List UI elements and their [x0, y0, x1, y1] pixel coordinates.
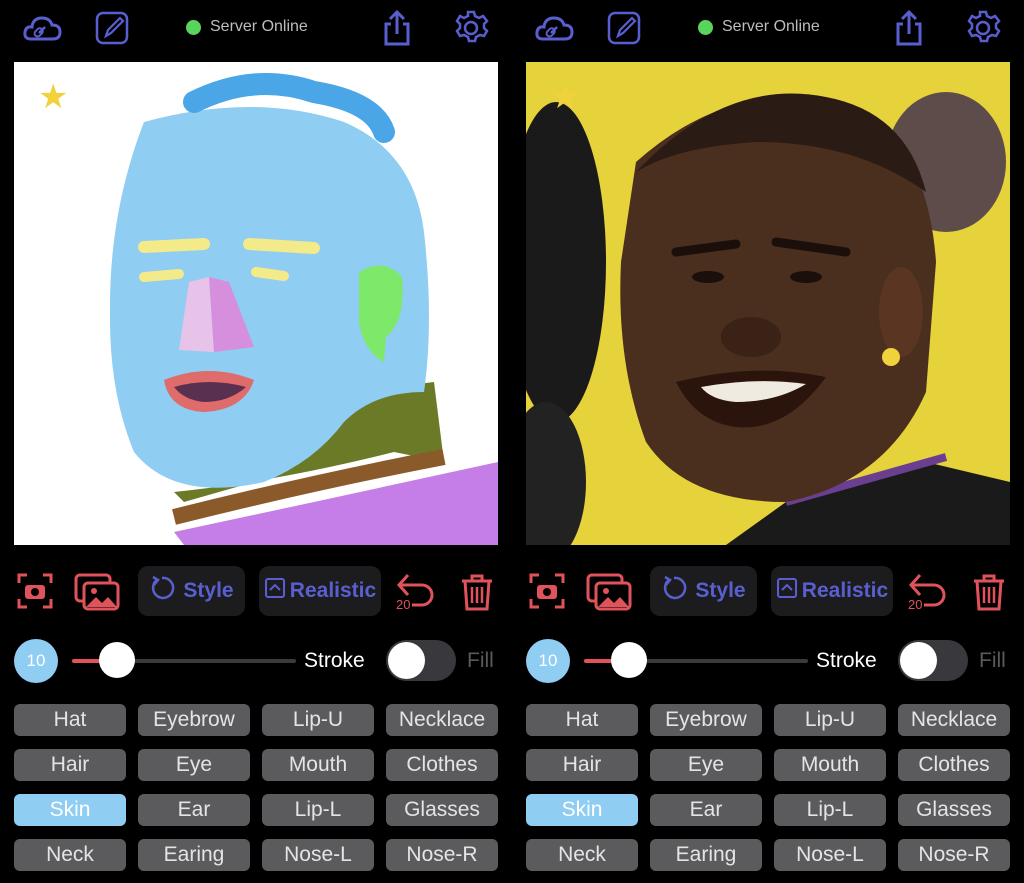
realistic-button[interactable]: Realistic — [771, 566, 893, 616]
part-button-earing[interactable]: Earing — [650, 839, 762, 871]
rotate-icon — [149, 575, 175, 607]
part-button-neck[interactable]: Neck — [526, 839, 638, 871]
part-button-mouth[interactable]: Mouth — [262, 749, 374, 781]
trash-icon[interactable] — [459, 572, 495, 622]
undo-button[interactable]: 20 — [394, 569, 440, 619]
top-bar: Server Online — [0, 0, 512, 56]
gear-icon[interactable] — [963, 8, 1003, 48]
part-button-neck[interactable]: Neck — [14, 839, 126, 871]
part-button-eyebrow[interactable]: Eyebrow — [138, 704, 250, 736]
part-selector-grid: Hat Eyebrow Lip-U Necklace Hair Eye Mouth Cloth… — [14, 704, 498, 871]
edit-brush-icon[interactable] — [604, 8, 644, 48]
fill-label: Fill — [979, 649, 1006, 672]
part-button-clothes[interactable]: Clothes — [898, 749, 1010, 781]
part-button-eye[interactable]: Eye — [650, 749, 762, 781]
server-status: Server Online — [698, 18, 820, 36]
part-button-lip-u[interactable]: Lip-U — [774, 704, 886, 736]
part-button-necklace[interactable]: Necklace — [386, 704, 498, 736]
style-label: Style — [183, 579, 234, 602]
style-button[interactable]: Style — [138, 566, 245, 616]
realistic-button[interactable]: Realistic — [259, 566, 381, 616]
edit-brush-icon[interactable] — [92, 8, 132, 48]
share-icon[interactable] — [889, 8, 929, 48]
part-selector-grid: Hat Eyebrow Lip-U Necklace Hair Eye Mouth Cloth… — [526, 704, 1010, 871]
part-button-eye[interactable]: Eye — [138, 749, 250, 781]
stroke-size-badge: 10 — [526, 639, 570, 683]
camera-scan-icon[interactable] — [527, 571, 567, 621]
star-icon[interactable]: ★ — [550, 80, 580, 114]
style-label: Style — [695, 579, 746, 602]
undo-button[interactable]: 20 — [906, 569, 952, 619]
stroke-size-badge: 10 — [14, 639, 58, 683]
part-button-ear[interactable]: Ear — [138, 794, 250, 826]
status-dot-icon — [698, 19, 713, 35]
part-button-ear[interactable]: Ear — [650, 794, 762, 826]
stroke-fill-toggle[interactable] — [386, 640, 456, 681]
stroke-fill-toggle[interactable] — [898, 640, 968, 681]
part-button-hat[interactable]: Hat — [14, 704, 126, 736]
part-button-clothes[interactable]: Clothes — [386, 749, 498, 781]
slider-thumb[interactable] — [610, 642, 647, 678]
status-text: Server Online — [210, 18, 308, 35]
part-button-eyebrow[interactable]: Eyebrow — [650, 704, 762, 736]
panel-sketch: Server Online ★ Style Realistic 20 10 St… — [0, 0, 512, 883]
server-status: Server Online — [186, 18, 308, 36]
undo-count: 20 — [908, 597, 923, 612]
part-button-mouth[interactable]: Mouth — [774, 749, 886, 781]
part-button-hat[interactable]: Hat — [526, 704, 638, 736]
cloud-link-icon[interactable] — [22, 8, 66, 48]
rotate-icon — [661, 575, 687, 607]
top-bar: Server Online — [512, 0, 1024, 56]
stroke-label: Stroke — [816, 649, 877, 672]
star-icon[interactable]: ★ — [38, 80, 68, 114]
part-button-nose-r[interactable]: Nose-R — [386, 839, 498, 871]
part-button-lip-l[interactable]: Lip-L — [262, 794, 374, 826]
generated-image: ★ — [526, 62, 1010, 545]
share-icon[interactable] — [377, 8, 417, 48]
part-button-nose-r[interactable]: Nose-R — [898, 839, 1010, 871]
part-button-necklace[interactable]: Necklace — [898, 704, 1010, 736]
realistic-label: Realistic — [289, 579, 377, 602]
trash-icon[interactable] — [971, 572, 1007, 622]
stroke-label: Stroke — [304, 649, 365, 672]
part-button-glasses[interactable]: Glasses — [386, 794, 498, 826]
collapse-icon — [776, 577, 798, 605]
gallery-icon[interactable] — [72, 571, 122, 621]
part-button-hair[interactable]: Hair — [14, 749, 126, 781]
part-button-skin[interactable]: Skin — [14, 794, 126, 826]
fill-label: Fill — [467, 649, 494, 672]
part-button-glasses[interactable]: Glasses — [898, 794, 1010, 826]
drawing-canvas[interactable]: ★ — [14, 62, 498, 545]
part-button-earing[interactable]: Earing — [138, 839, 250, 871]
undo-count: 20 — [396, 597, 411, 612]
part-button-nose-l[interactable]: Nose-L — [262, 839, 374, 871]
toggle-knob — [388, 642, 425, 679]
toggle-knob — [900, 642, 937, 679]
cloud-link-icon[interactable] — [534, 8, 578, 48]
gallery-icon[interactable] — [584, 571, 634, 621]
part-button-skin[interactable]: Skin — [526, 794, 638, 826]
gear-icon[interactable] — [451, 8, 491, 48]
collapse-icon — [264, 577, 286, 605]
slider-thumb[interactable] — [98, 642, 135, 678]
part-button-nose-l[interactable]: Nose-L — [774, 839, 886, 871]
part-button-hair[interactable]: Hair — [526, 749, 638, 781]
style-button[interactable]: Style — [650, 566, 757, 616]
status-dot-icon — [186, 19, 201, 35]
part-button-lip-l[interactable]: Lip-L — [774, 794, 886, 826]
camera-scan-icon[interactable] — [15, 571, 55, 621]
part-button-lip-u[interactable]: Lip-U — [262, 704, 374, 736]
panel-photo: Server Online ★ Style Realistic 20 10 St… — [512, 0, 1024, 883]
status-text: Server Online — [722, 18, 820, 35]
realistic-label: Realistic — [801, 579, 889, 602]
